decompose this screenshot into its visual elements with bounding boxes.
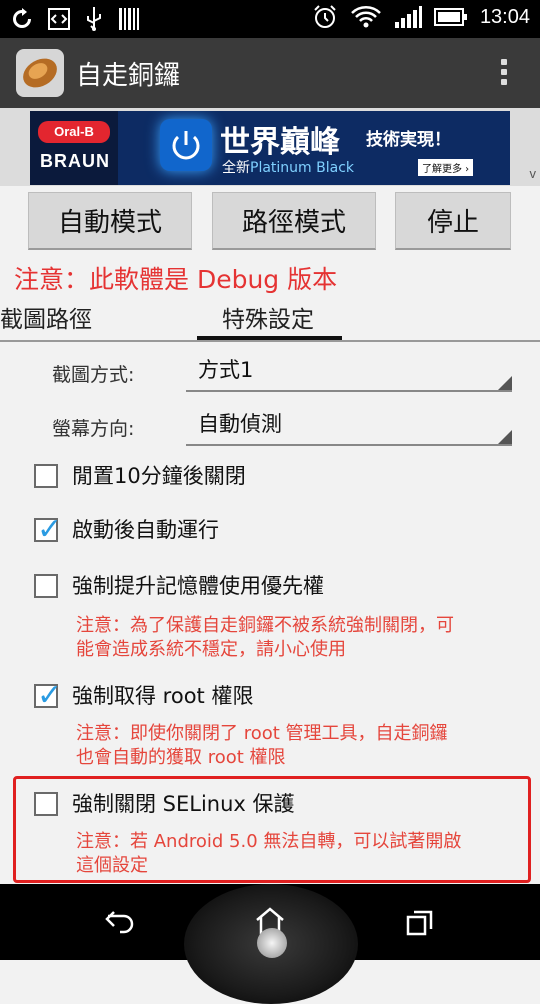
checkbox-memory-priority[interactable] bbox=[34, 574, 58, 598]
tab-selected-indicator bbox=[197, 336, 342, 340]
screen-orientation-value: 自動偵測 bbox=[198, 412, 282, 436]
note-selinux-line2: 這個設定 bbox=[76, 855, 148, 876]
capture-method-label: 截圖方式: bbox=[52, 364, 135, 386]
status-icons-left bbox=[10, 6, 140, 32]
option-memory-priority-label[interactable]: 強制提升記憶體使用優先權 bbox=[72, 570, 324, 600]
option-selinux-label[interactable]: 強制關閉 SELinux 保護 bbox=[72, 788, 295, 818]
battery-icon bbox=[433, 8, 467, 26]
option-root-label[interactable]: 強制取得 root 權限 bbox=[72, 680, 253, 710]
checkbox-idle-close[interactable] bbox=[34, 464, 58, 488]
overflow-menu-icon[interactable] bbox=[496, 56, 512, 92]
ad-sub-prefix: 全新 bbox=[222, 160, 250, 176]
checkbox-root[interactable] bbox=[34, 678, 62, 713]
dropdown-icon bbox=[498, 376, 512, 390]
nav-touch-indicator bbox=[257, 928, 287, 958]
ad-collapse-icon[interactable]: v bbox=[530, 166, 537, 181]
capture-method-spinner[interactable]: 方式1 bbox=[186, 346, 512, 392]
app-title: 自走銅鑼 bbox=[76, 61, 181, 91]
debug-warning: 注意：此軟體是 Debug 版本 bbox=[14, 265, 338, 294]
note-memory-priority-line2: 能會造成系統不穩定，請小心使用 bbox=[76, 639, 346, 660]
ad-banner[interactable]: Oral-B BRAUN 世界巔峰 技術実現！ 全新Platinum Black… bbox=[0, 108, 540, 186]
recent-apps-icon[interactable] bbox=[406, 910, 434, 936]
signal-icon bbox=[394, 6, 422, 28]
navigation-bar bbox=[0, 884, 540, 1004]
alarm-icon bbox=[314, 5, 336, 28]
screen-orientation-label: 螢幕方向: bbox=[52, 418, 135, 440]
screen-orientation-spinner[interactable]: 自動偵測 bbox=[186, 400, 512, 446]
option-auto-run-label[interactable]: 啟動後自動運行 bbox=[72, 514, 219, 544]
stop-button[interactable]: 停止 bbox=[395, 192, 511, 250]
barcode-icon bbox=[119, 8, 139, 30]
usb-icon bbox=[87, 7, 101, 31]
ad-tagline: 技術実現！ bbox=[366, 130, 451, 150]
checkbox-selinux[interactable] bbox=[34, 792, 58, 816]
ad-headline: 世界巔峰 bbox=[220, 125, 340, 160]
checkbox-auto-run[interactable] bbox=[34, 512, 62, 547]
capture-method-value: 方式1 bbox=[198, 358, 254, 382]
ad-content[interactable]: Oral-B BRAUN 世界巔峰 技術実現！ 全新Platinum Black… bbox=[30, 111, 510, 185]
option-idle-close-label[interactable]: 閒置10分鐘後關閉 bbox=[72, 460, 246, 490]
tab-divider bbox=[0, 340, 540, 342]
note-memory-priority: 注意：為了保護自走銅鑼不被系統強制關閉，可 能會造成系統不穩定，請小心使用 bbox=[76, 614, 522, 662]
path-mode-button[interactable]: 路徑模式 bbox=[212, 192, 376, 250]
status-bar: 13:04 bbox=[0, 0, 540, 38]
code-icon bbox=[48, 8, 70, 30]
note-root: 注意：即使你關閉了 root 管理工具，自走銅鑼 也會自動的獲取 root 權限 bbox=[76, 722, 522, 770]
auto-mode-button[interactable]: 自動模式 bbox=[28, 192, 192, 250]
note-root-line2: 也會自動的獲取 root 權限 bbox=[76, 747, 286, 768]
ad-subline: 全新Platinum Black bbox=[222, 157, 354, 177]
action-bar: 自走銅鑼 bbox=[0, 38, 540, 108]
note-selinux-line1: 注意：若 Android 5.0 無法自轉，可以試著開啟 bbox=[76, 831, 462, 852]
ad-sub-highlight: Platinum Black bbox=[250, 160, 355, 176]
app-logo-icon bbox=[16, 49, 64, 97]
status-icons-right: 13:04 bbox=[312, 4, 530, 30]
clock: 13:04 bbox=[479, 5, 530, 28]
dropdown-icon bbox=[498, 430, 512, 444]
note-memory-priority-line1: 注意：為了保護自走銅鑼不被系統強制關閉，可 bbox=[76, 615, 454, 636]
note-selinux: 注意：若 Android 5.0 無法自轉，可以試著開啟 這個設定 bbox=[76, 830, 522, 878]
tab-screenshot-path[interactable]: 截圖路徑 bbox=[0, 300, 92, 342]
ad-more-button[interactable]: 了解更多 › bbox=[418, 159, 474, 176]
ad-brand-block: Oral-B BRAUN bbox=[30, 111, 118, 185]
ad-brand-braun: BRAUN bbox=[40, 151, 110, 171]
back-icon[interactable] bbox=[104, 910, 136, 934]
power-icon bbox=[160, 119, 212, 171]
sync-icon bbox=[13, 8, 31, 28]
note-root-line1: 注意：即使你關閉了 root 管理工具，自走銅鑼 bbox=[76, 723, 448, 744]
wifi-icon bbox=[351, 6, 381, 28]
ad-brand-oralb: Oral-B bbox=[38, 121, 110, 143]
